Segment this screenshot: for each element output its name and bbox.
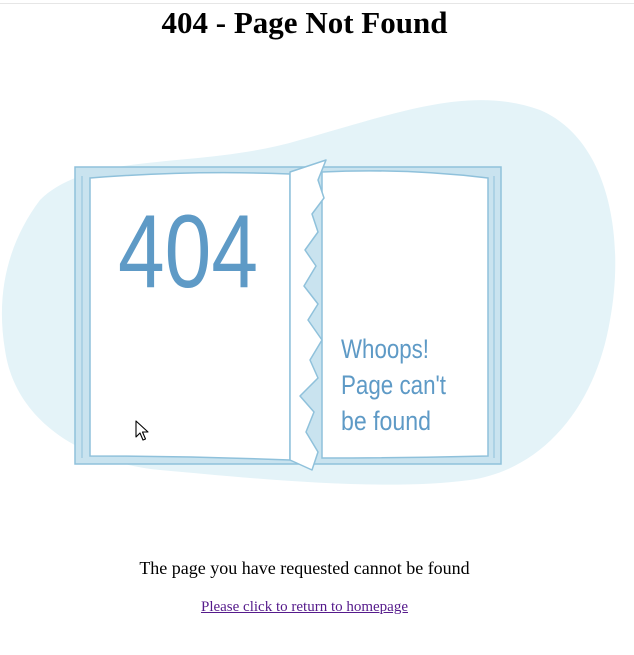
page: { "title": "404 - Page Not Found", "illu… <box>0 0 634 655</box>
mouse-cursor-icon <box>135 420 149 441</box>
not-found-message: The page you have requested cannot be fo… <box>139 558 470 578</box>
top-divider <box>0 3 634 4</box>
page-title: 404 - Page Not Found <box>161 5 448 40</box>
book-illustration: 404 Whoops! Page can't be found <box>1 100 616 485</box>
home-link-container: Please click to return to homepage <box>0 598 609 616</box>
error-code-404: 404 <box>118 194 258 310</box>
whoops-line-1: Whoops! <box>341 334 429 364</box>
whoops-line-3: be found <box>341 406 431 436</box>
return-home-link[interactable]: Please click to return to homepage <box>201 599 408 615</box>
whoops-line-2: Page can't <box>341 370 446 400</box>
